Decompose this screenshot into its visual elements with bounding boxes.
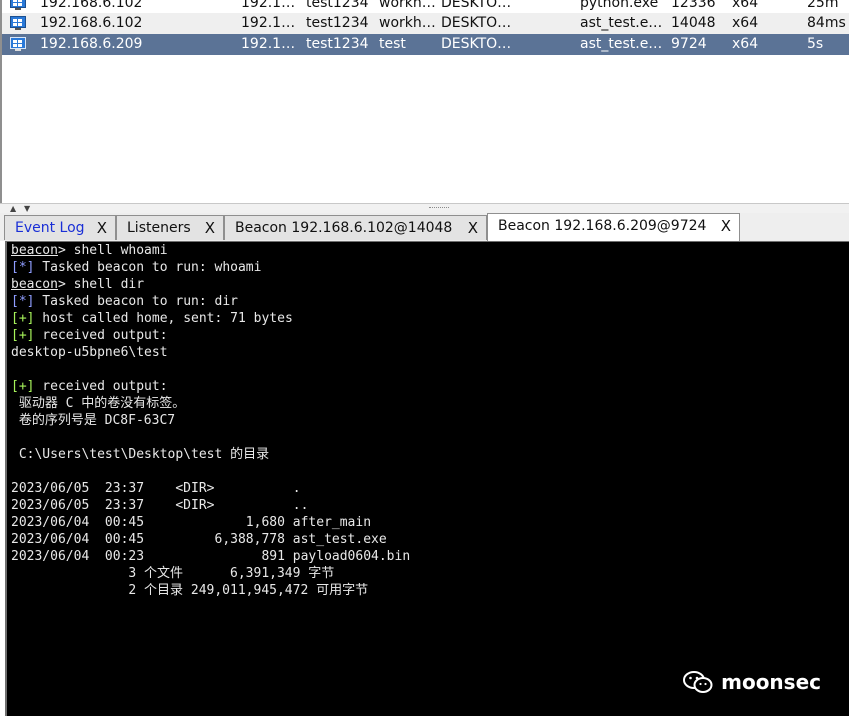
console-line: beacon> shell whoami [11, 243, 168, 258]
tab-label: Beacon 192.168.6.102@14048 [235, 220, 453, 236]
info-tag: [*] [11, 294, 35, 309]
console-line: C:\Users\test\Desktop\test 的目录 [11, 447, 270, 462]
watermark: moonsec [683, 670, 821, 694]
watermark-text: moonsec [721, 670, 821, 694]
collapse-up-icon[interactable]: ▲ [10, 205, 16, 213]
pid: 12336 [671, 0, 716, 11]
user: workh… [379, 15, 436, 31]
success-tag: [+] [11, 379, 35, 394]
tab-event-log[interactable]: Event Log X [4, 215, 116, 240]
console-line: [+] host called home, sent: 71 bytes [11, 311, 293, 326]
beacon-prompt: beacon [11, 243, 58, 258]
sessions-table: 192.168.6.102 192.1… test1234 workh… DES… [0, 0, 849, 203]
close-icon[interactable]: X [468, 216, 478, 240]
windows-computer-icon [10, 16, 26, 30]
last-seen: 25m [807, 0, 839, 11]
close-icon[interactable]: X [721, 214, 731, 238]
external-ip: 192.168.6.209 [40, 36, 143, 52]
console-line: [*] Tasked beacon to run: dir [11, 294, 238, 309]
windows-computer-icon [10, 37, 26, 51]
tab-strip: Event Log X Listeners X Beacon 192.168.6… [0, 213, 849, 241]
tab-listeners[interactable]: Listeners X [116, 215, 224, 240]
tab-beacon-102[interactable]: Beacon 192.168.6.102@14048 X [224, 215, 487, 240]
user: workh… [379, 0, 436, 11]
console-line: [*] Tasked beacon to run: whoami [11, 260, 262, 275]
console-line: 2023/06/05 23:37 <DIR> .. [11, 498, 309, 513]
process: ast_test.e… [580, 36, 663, 52]
internal-ip: 192.1… [241, 36, 296, 52]
windows-computer-icon [10, 0, 26, 10]
listener: test1234 [306, 15, 369, 31]
pid: 14048 [671, 15, 716, 31]
external-ip: 192.168.6.102 [40, 15, 143, 31]
last-seen: 5s [807, 36, 824, 52]
listener: test1234 [306, 36, 369, 52]
success-tag: [+] [11, 328, 35, 343]
tab-beacon-209[interactable]: Beacon 192.168.6.209@9724 X [487, 213, 740, 241]
beacon-prompt: beacon [11, 277, 58, 292]
console-line: 2 个目录 249,011,945,472 可用字节 [11, 583, 369, 598]
console-line: [+] received output: [11, 379, 168, 394]
console-line: beacon> shell dir [11, 277, 145, 292]
wechat-icon [683, 671, 713, 693]
drag-grip-icon[interactable] [429, 207, 449, 210]
session-row[interactable]: 192.168.6.102 192.1… test1234 workh… DES… [2, 0, 849, 14]
success-tag: [+] [11, 311, 35, 326]
arch: x64 [732, 15, 759, 31]
user: test [379, 36, 406, 52]
listener: test1234 [306, 0, 369, 11]
session-row[interactable]: 192.168.6.102 192.1… test1234 workh… DES… [2, 13, 849, 34]
console-line: desktop-u5bpne6\test [11, 345, 168, 360]
arch: x64 [732, 0, 759, 11]
internal-ip: 192.1… [241, 15, 296, 31]
console-line: 驱动器 C 中的卷没有标签。 [11, 396, 186, 411]
session-row-selected[interactable]: 192.168.6.209 192.1… test1234 test DESKT… [2, 34, 849, 55]
last-seen: 84ms [807, 15, 846, 31]
tab-label: Event Log [15, 220, 85, 236]
beacon-console[interactable]: beacon> shell whoami [*] Tasked beacon t… [5, 241, 849, 716]
console-line: 3 个文件 6,391,349 字节 [11, 566, 335, 581]
info-tag: [*] [11, 260, 35, 275]
internal-ip: 192.1… [241, 0, 296, 11]
console-line: 2023/06/04 00:45 1,680 after_main [11, 515, 372, 530]
console-line: 2023/06/04 00:23 891 payload0604.bin [11, 549, 411, 564]
tab-label: Beacon 192.168.6.209@9724 [498, 218, 707, 234]
pid: 9724 [671, 36, 707, 52]
close-icon[interactable]: X [205, 216, 215, 240]
external-ip: 192.168.6.102 [40, 0, 143, 11]
arch: x64 [732, 36, 759, 52]
computer: DESKTO… [441, 36, 512, 52]
process: ast_test.e… [580, 15, 663, 31]
process: python.exe [580, 0, 659, 11]
close-icon[interactable]: X [97, 216, 107, 240]
computer: DESKTO… [441, 15, 512, 31]
tab-label: Listeners [127, 220, 191, 236]
console-line: 卷的序列号是 DC8F-63C7 [11, 413, 176, 428]
computer: DESKTO… [441, 0, 512, 11]
console-line: 2023/06/04 00:45 6,388,778 ast_test.exe [11, 532, 387, 547]
console-line: 2023/06/05 23:37 <DIR> . [11, 481, 301, 496]
collapse-down-icon[interactable]: ▼ [24, 205, 30, 213]
console-line: [+] received output: [11, 328, 168, 343]
